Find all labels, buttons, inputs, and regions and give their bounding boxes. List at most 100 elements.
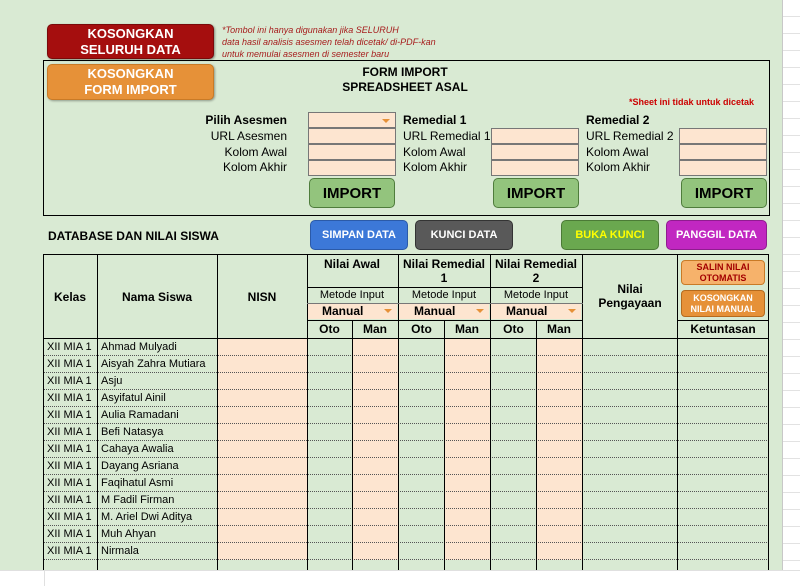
manual-score-cell[interactable] [537, 407, 582, 424]
kelas-cell[interactable]: XII MIA 1 [44, 492, 97, 509]
manual-score-cell[interactable] [537, 424, 582, 441]
nama-siswa-cell[interactable]: M Fadil Firman [98, 492, 217, 509]
manual-score-cell[interactable] [353, 390, 398, 407]
nama-siswa-cell[interactable]: Aisyah Zahra Mutiara [98, 356, 217, 373]
nama-siswa-cell[interactable]: Befi Natasya [98, 424, 217, 441]
nama-siswa-cell[interactable]: Aulia Ramadani [98, 407, 217, 424]
nisn-cell[interactable] [218, 526, 307, 543]
manual-score-cell[interactable] [353, 441, 398, 458]
manual-score-cell[interactable] [445, 543, 490, 560]
metode-awal-select[interactable]: Manual [307, 303, 397, 319]
kelas-cell[interactable]: XII MIA 1 [44, 509, 97, 526]
nisn-cell[interactable] [218, 390, 307, 407]
kelas-cell[interactable]: XII MIA 1 [44, 458, 97, 475]
nisn-cell[interactable] [218, 492, 307, 509]
import-asesmen-button[interactable]: IMPORT [309, 178, 395, 208]
manual-score-cell[interactable] [353, 509, 398, 526]
clear-all-data-button[interactable]: KOSONGKAN SELURUH DATA [47, 24, 214, 59]
manual-score-cell[interactable] [445, 424, 490, 441]
kelas-cell[interactable]: XII MIA 1 [44, 424, 97, 441]
kelas-cell[interactable]: XII MIA 1 [44, 441, 97, 458]
nama-siswa-cell[interactable]: M. Ariel Dwi Aditya [98, 509, 217, 526]
buka-kunci-button[interactable]: BUKA KUNCI [561, 220, 659, 250]
nama-siswa-cell[interactable]: Nirmala [98, 543, 217, 560]
manual-score-cell[interactable] [445, 441, 490, 458]
manual-score-cell[interactable] [445, 339, 490, 356]
manual-score-cell[interactable] [445, 407, 490, 424]
manual-score-cell[interactable] [353, 407, 398, 424]
kolom-akhir-input[interactable] [308, 160, 396, 176]
pilih-asesmen-select[interactable] [308, 112, 396, 128]
nisn-cell[interactable] [218, 475, 307, 492]
kosongkan-nilai-manual-button[interactable]: KOSONGKAN NILAI MANUAL [681, 290, 765, 317]
nisn-cell[interactable] [218, 356, 307, 373]
nisn-cell[interactable] [218, 441, 307, 458]
kelas-cell[interactable]: XII MIA 1 [44, 543, 97, 560]
manual-score-cell[interactable] [445, 356, 490, 373]
manual-score-cell[interactable] [353, 373, 398, 390]
nama-siswa-cell[interactable]: Muh Ahyan [98, 526, 217, 543]
manual-score-cell[interactable] [537, 543, 582, 560]
nisn-cell[interactable] [218, 509, 307, 526]
url-remedial-2-input[interactable] [679, 128, 767, 144]
salin-nilai-otomatis-button[interactable]: SALIN NILAI OTOMATIS [681, 260, 765, 285]
kolom-awal-input[interactable] [308, 144, 396, 160]
kelas-cell[interactable]: XII MIA 1 [44, 475, 97, 492]
kolom-akhir-rem1-input[interactable] [491, 160, 579, 176]
nama-siswa-cell[interactable]: Asyifatul Ainil [98, 390, 217, 407]
manual-score-cell[interactable] [353, 492, 398, 509]
nama-siswa-cell[interactable]: Dayang Asriana [98, 458, 217, 475]
manual-score-cell[interactable] [353, 458, 398, 475]
manual-score-cell[interactable] [537, 373, 582, 390]
manual-score-cell[interactable] [537, 356, 582, 373]
simpan-data-button[interactable]: SIMPAN DATA [310, 220, 408, 250]
nama-siswa-cell[interactable]: Cahaya Awalia [98, 441, 217, 458]
kelas-cell[interactable]: XII MIA 1 [44, 339, 97, 356]
panggil-data-button[interactable]: PANGGIL DATA [666, 220, 767, 250]
manual-score-cell[interactable] [445, 509, 490, 526]
kelas-cell[interactable]: XII MIA 1 [44, 390, 97, 407]
manual-score-cell[interactable] [353, 475, 398, 492]
url-remedial-1-input[interactable] [491, 128, 579, 144]
nisn-cell[interactable] [218, 458, 307, 475]
url-asesmen-input[interactable] [308, 128, 396, 144]
manual-score-cell[interactable] [445, 492, 490, 509]
nisn-cell[interactable] [218, 543, 307, 560]
manual-score-cell[interactable] [353, 356, 398, 373]
manual-score-cell[interactable] [445, 458, 490, 475]
nama-siswa-cell[interactable]: Asju [98, 373, 217, 390]
manual-score-cell[interactable] [537, 390, 582, 407]
import-remedial-1-button[interactable]: IMPORT [493, 178, 579, 208]
kelas-cell[interactable]: XII MIA 1 [44, 526, 97, 543]
manual-score-cell[interactable] [537, 492, 582, 509]
metode-rem2-select[interactable]: Manual [491, 303, 581, 319]
manual-score-cell[interactable] [353, 526, 398, 543]
kelas-cell[interactable]: XII MIA 1 [44, 407, 97, 424]
clear-import-form-button[interactable]: KOSONGKAN FORM IMPORT [47, 64, 214, 100]
manual-score-cell[interactable] [537, 339, 582, 356]
kolom-akhir-rem2-input[interactable] [679, 160, 767, 176]
nisn-cell[interactable] [218, 339, 307, 356]
manual-score-cell[interactable] [445, 390, 490, 407]
metode-rem1-select[interactable]: Manual [399, 303, 489, 319]
nisn-cell[interactable] [218, 407, 307, 424]
nama-siswa-cell[interactable]: Faqihatul Asmi [98, 475, 217, 492]
manual-score-cell[interactable] [445, 373, 490, 390]
manual-score-cell[interactable] [537, 458, 582, 475]
kolom-awal-rem1-input[interactable] [491, 144, 579, 160]
kelas-cell[interactable]: XII MIA 1 [44, 373, 97, 390]
manual-score-cell[interactable] [537, 441, 582, 458]
manual-score-cell[interactable] [537, 526, 582, 543]
kelas-cell[interactable]: XII MIA 1 [44, 356, 97, 373]
manual-score-cell[interactable] [445, 475, 490, 492]
nisn-cell[interactable] [218, 373, 307, 390]
import-remedial-2-button[interactable]: IMPORT [681, 178, 767, 208]
manual-score-cell[interactable] [445, 526, 490, 543]
manual-score-cell[interactable] [537, 475, 582, 492]
nama-siswa-cell[interactable]: Ahmad Mulyadi [98, 339, 217, 356]
nisn-cell[interactable] [218, 424, 307, 441]
manual-score-cell[interactable] [353, 543, 398, 560]
manual-score-cell[interactable] [353, 424, 398, 441]
manual-score-cell[interactable] [353, 339, 398, 356]
kunci-data-button[interactable]: KUNCI DATA [415, 220, 513, 250]
